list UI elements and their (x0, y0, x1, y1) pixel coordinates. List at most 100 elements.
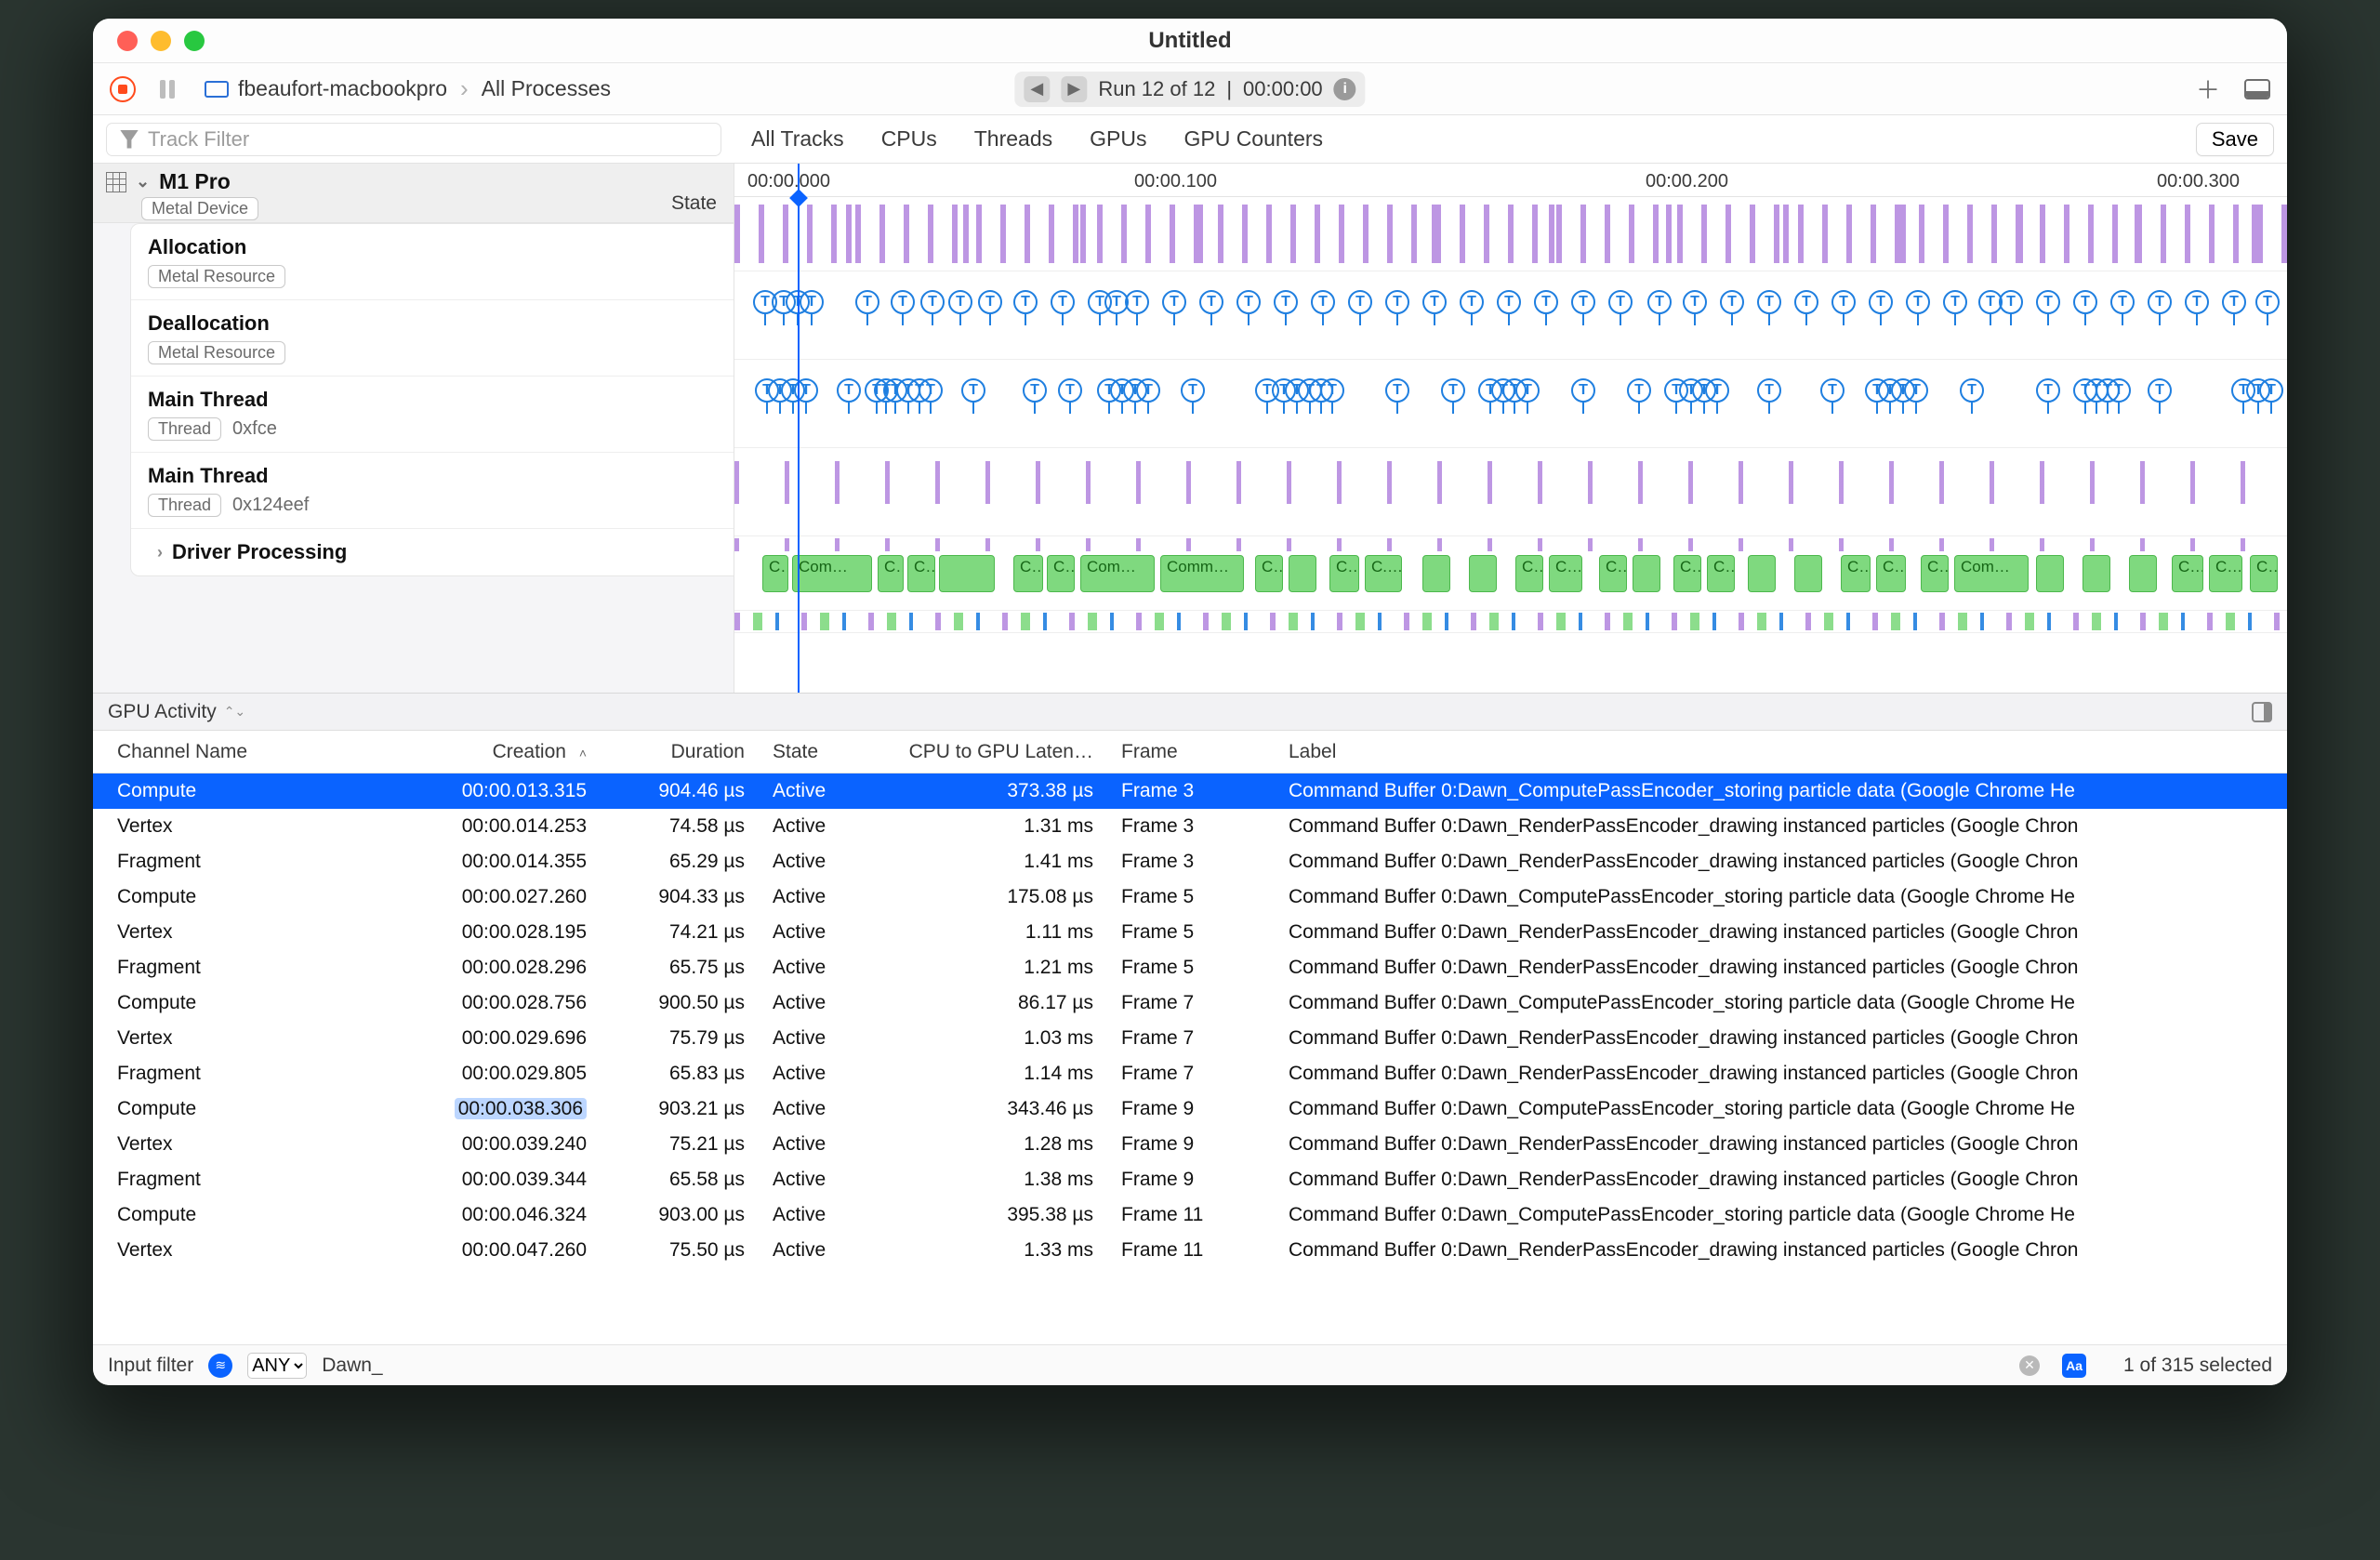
marker-icon[interactable]: T (1869, 290, 1893, 314)
command-block[interactable] (1794, 555, 1822, 592)
marker-icon[interactable]: T (2259, 378, 2283, 403)
marker-icon[interactable]: T (2255, 290, 2280, 314)
close-window-button[interactable] (117, 31, 138, 51)
zoom-window-button[interactable] (184, 31, 205, 51)
command-block[interactable] (1469, 555, 1497, 592)
command-block[interactable]: Com… (1080, 555, 1155, 592)
view-tab[interactable]: GPUs (1090, 126, 1146, 152)
marker-icon[interactable]: T (1058, 378, 1082, 403)
marker-icon[interactable]: T (1831, 290, 1856, 314)
view-tab[interactable]: GPU Counters (1183, 126, 1323, 152)
command-block[interactable]: C… (907, 555, 935, 592)
table-row[interactable]: Vertex00:00.047.26075.50 µsActive1.33 ms… (93, 1233, 2287, 1268)
marker-icon[interactable]: T (855, 290, 879, 314)
marker-icon[interactable]: T (1647, 290, 1672, 314)
marker-icon[interactable]: T (1683, 290, 1707, 314)
marker-icon[interactable]: T (1274, 290, 1298, 314)
marker-icon[interactable]: T (2148, 290, 2172, 314)
command-block[interactable]: C… (1707, 555, 1735, 592)
command-block[interactable]: C.… (1365, 555, 1402, 592)
marker-icon[interactable]: T (1571, 378, 1595, 403)
command-block[interactable] (1422, 555, 1450, 592)
marker-icon[interactable]: T (1497, 290, 1521, 314)
command-block[interactable]: C… (762, 555, 788, 592)
marker-icon[interactable]: T (2107, 378, 2131, 403)
command-block[interactable]: C… (878, 555, 904, 592)
command-block[interactable]: C… (1515, 555, 1543, 592)
command-block[interactable] (1633, 555, 1660, 592)
record-icon[interactable] (110, 76, 136, 102)
track-item[interactable]: Main ThreadThread0x124eef (131, 453, 734, 529)
view-tab[interactable]: CPUs (881, 126, 937, 152)
marker-icon[interactable]: T (1023, 378, 1047, 403)
save-button[interactable]: Save (2196, 123, 2274, 156)
view-tab[interactable]: Threads (974, 126, 1052, 152)
marker-icon[interactable]: T (1199, 290, 1223, 314)
detail-panel-icon[interactable] (2252, 702, 2272, 722)
table-row[interactable]: Vertex00:00.029.69675.79 µsActive1.03 ms… (93, 1021, 2287, 1056)
track-item[interactable]: Main ThreadThread0xfce (131, 377, 734, 453)
marker-icon[interactable]: T (2036, 290, 2060, 314)
marker-icon[interactable]: T (1571, 290, 1595, 314)
table-row[interactable]: Fragment00:00.039.34465.58 µsActive1.38 … (93, 1162, 2287, 1197)
marker-icon[interactable]: T (1534, 290, 1558, 314)
toggle-panel-icon[interactable] (2244, 79, 2270, 99)
col-channel[interactable]: Channel Name (117, 741, 419, 763)
marker-icon[interactable]: T (1720, 290, 1744, 314)
command-block[interactable] (939, 555, 995, 592)
command-block[interactable]: C… (1599, 555, 1627, 592)
command-block[interactable] (2129, 555, 2157, 592)
marker-icon[interactable]: T (1311, 290, 1335, 314)
lane-deallocation[interactable]: TTTTTTTTTTTTTTTTTTTTTTTTTTTTTTTTTTTTTTTT… (734, 360, 2287, 448)
command-block[interactable]: C… (1255, 555, 1283, 592)
marker-icon[interactable]: T (2036, 378, 2060, 403)
case-sensitive-toggle[interactable]: Aa (2062, 1354, 2086, 1378)
lane-main-thread-2[interactable]: C…Com…C…C…C…C…Com…Comm…C…C…C.…C…C…C…C…C…… (734, 536, 2287, 611)
marker-icon[interactable]: T (1385, 378, 1409, 403)
marker-icon[interactable]: T (800, 290, 824, 314)
pause-icon[interactable] (158, 80, 177, 99)
marker-icon[interactable]: T (1460, 290, 1484, 314)
marker-icon[interactable]: T (978, 290, 1002, 314)
table-row[interactable]: Fragment00:00.014.35565.29 µsActive1.41 … (93, 844, 2287, 879)
marker-icon[interactable]: T (1904, 378, 1928, 403)
marker-icon[interactable]: T (1627, 378, 1651, 403)
table-header[interactable]: Channel Name Creation ˄ Duration State C… (93, 731, 2287, 773)
marker-icon[interactable]: T (1162, 290, 1186, 314)
view-tab[interactable]: All Tracks (751, 126, 844, 152)
table-row[interactable]: Compute00:00.027.260904.33 µsActive175.0… (93, 879, 2287, 915)
command-block[interactable]: Com… (1954, 555, 2029, 592)
marker-icon[interactable]: T (920, 290, 945, 314)
lane-state[interactable] (734, 197, 2287, 271)
track-item-driver[interactable]: ›Driver Processing (131, 529, 734, 575)
marker-icon[interactable]: T (961, 378, 985, 403)
col-state[interactable]: State (773, 741, 907, 763)
marker-icon[interactable]: T (1757, 290, 1781, 314)
command-block[interactable]: Comm… (1160, 555, 1244, 592)
command-block[interactable]: C… (1921, 555, 1949, 592)
marker-icon[interactable]: T (1757, 378, 1781, 403)
lane-driver-processing[interactable] (734, 611, 2287, 633)
command-block[interactable]: C… (1841, 555, 1871, 592)
marker-icon[interactable]: T (1906, 290, 1930, 314)
command-block[interactable] (1748, 555, 1776, 592)
breadcrumb[interactable]: fbeaufort-macbookpro › All Processes (205, 74, 611, 103)
marker-icon[interactable]: T (919, 378, 943, 403)
track-item[interactable]: DeallocationMetal Resource (131, 300, 734, 377)
minimize-window-button[interactable] (151, 31, 171, 51)
marker-icon[interactable]: T (1125, 290, 1149, 314)
col-creation[interactable]: Creation ˄ (419, 741, 624, 763)
marker-icon[interactable]: T (1136, 378, 1160, 403)
command-block[interactable]: C… (1673, 555, 1701, 592)
marker-icon[interactable]: T (1441, 378, 1465, 403)
marker-icon[interactable]: T (2148, 378, 2172, 403)
marker-icon[interactable]: T (2110, 290, 2135, 314)
col-latency[interactable]: CPU to GPU Laten… (907, 741, 1121, 763)
prev-run-button[interactable]: ◀ (1024, 76, 1050, 102)
marker-icon[interactable]: T (1943, 290, 1967, 314)
track-item[interactable]: AllocationMetal Resource (131, 224, 734, 300)
lane-allocation[interactable]: TTTTTTTTTTTTTTTTTTTTTTTTTTTTTTTTTTTTTTTT… (734, 271, 2287, 360)
command-block[interactable]: C… (1549, 555, 1582, 592)
table-body[interactable]: Compute00:00.013.315904.46 µsActive373.3… (93, 773, 2287, 1344)
command-block[interactable]: C… (1329, 555, 1359, 592)
